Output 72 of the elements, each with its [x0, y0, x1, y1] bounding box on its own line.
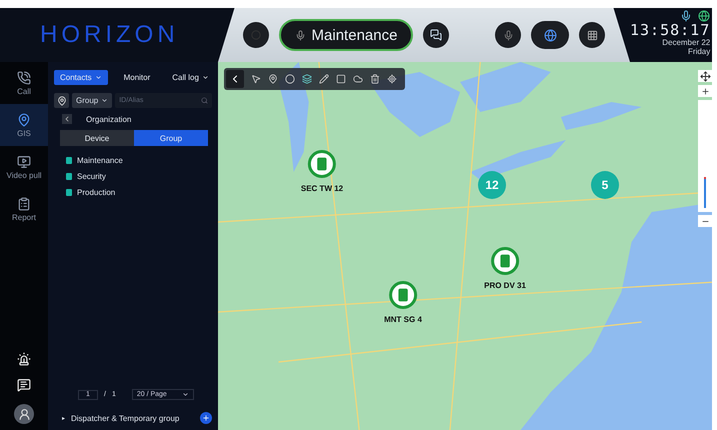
view-toggle-option[interactable]: Group	[134, 130, 208, 146]
cloud-icon[interactable]	[353, 74, 363, 84]
group-icon	[66, 172, 72, 180]
keypad-icon	[586, 30, 598, 40]
locate-icon[interactable]	[387, 74, 397, 84]
device-label: PRO DV 31	[484, 281, 526, 290]
pan-control[interactable]	[698, 70, 712, 82]
caret-icon	[94, 74, 102, 81]
phone-icon	[17, 70, 31, 84]
chevron-left-icon	[63, 115, 71, 123]
person-icon	[18, 408, 30, 420]
chat-bubbles-icon	[430, 29, 442, 41]
clock-date: December 22	[662, 38, 710, 47]
move-arrows-icon	[700, 70, 711, 82]
caret-icon	[182, 391, 189, 398]
network-status-icon	[698, 10, 710, 22]
clipboard-icon	[17, 196, 31, 210]
alarm-icon[interactable]	[17, 352, 31, 366]
round-button[interactable]	[242, 22, 269, 48]
back-button[interactable]	[226, 70, 244, 88]
group-icon	[66, 156, 72, 164]
trash-icon[interactable]	[370, 74, 380, 84]
view-toggle-option[interactable]: Device	[60, 130, 134, 146]
pin-icon[interactable]	[268, 74, 278, 84]
pointer-icon[interactable]	[251, 74, 261, 84]
location-button[interactable]	[54, 93, 69, 108]
add-button[interactable]	[200, 412, 212, 424]
search-icon	[201, 97, 208, 104]
pencil-icon[interactable]	[319, 74, 329, 84]
group-item[interactable]: Maintenance	[77, 156, 123, 164]
microphone-icon	[502, 30, 514, 40]
panel-tab[interactable]: Monitor	[118, 70, 156, 85]
caret-icon	[202, 74, 209, 81]
clock-time: 13:58:17	[630, 22, 710, 38]
keypad-button[interactable]	[579, 22, 606, 48]
avatar[interactable]	[14, 404, 34, 424]
filter-select[interactable]: Group	[72, 93, 112, 108]
microphone-icon	[294, 30, 306, 40]
nav-item[interactable]: Video pull	[0, 146, 48, 188]
microphone-button[interactable]	[495, 22, 522, 48]
footer-group-label[interactable]: Dispatcher & Temporary group	[71, 414, 180, 422]
nav-item[interactable]: Call	[0, 62, 48, 104]
map-pin-icon	[56, 96, 66, 106]
group-icon	[66, 188, 72, 196]
device-label: SEC TW 12	[300, 184, 344, 193]
clock-weekday: Friday	[688, 47, 710, 56]
chat-icon[interactable]	[17, 378, 31, 392]
nav-item[interactable]: GIS	[0, 104, 48, 146]
plus-icon	[700, 86, 710, 96]
zoom-out-button[interactable]	[698, 215, 712, 227]
messages-button[interactable]	[423, 22, 450, 48]
map-pin-icon	[17, 112, 31, 126]
nav-item[interactable]: Report	[0, 188, 48, 230]
panel-tab[interactable]: Contacts	[54, 70, 108, 85]
group-item[interactable]: Production	[77, 188, 116, 196]
breadcrumb: Organization	[86, 114, 132, 124]
plus-icon	[202, 414, 210, 422]
globe-icon	[544, 28, 557, 42]
zoom-in-button[interactable]	[698, 85, 712, 97]
globe-button[interactable]	[531, 21, 570, 49]
panel-tab[interactable]: Call log	[166, 70, 215, 85]
group-item[interactable]: Security	[77, 172, 106, 180]
square-icon[interactable]	[336, 74, 346, 84]
current-group-button[interactable]: Maintenance	[278, 19, 414, 51]
zoom-slider[interactable]	[698, 100, 712, 212]
microphone-status-icon	[680, 10, 692, 22]
monitor-icon	[17, 154, 31, 168]
caret-icon	[101, 97, 108, 104]
circle-icon[interactable]	[285, 74, 295, 84]
layers-icon[interactable]	[302, 74, 312, 84]
brand-logo: HORIZON	[39, 20, 180, 50]
device-label: MNT SG 4	[384, 315, 422, 324]
